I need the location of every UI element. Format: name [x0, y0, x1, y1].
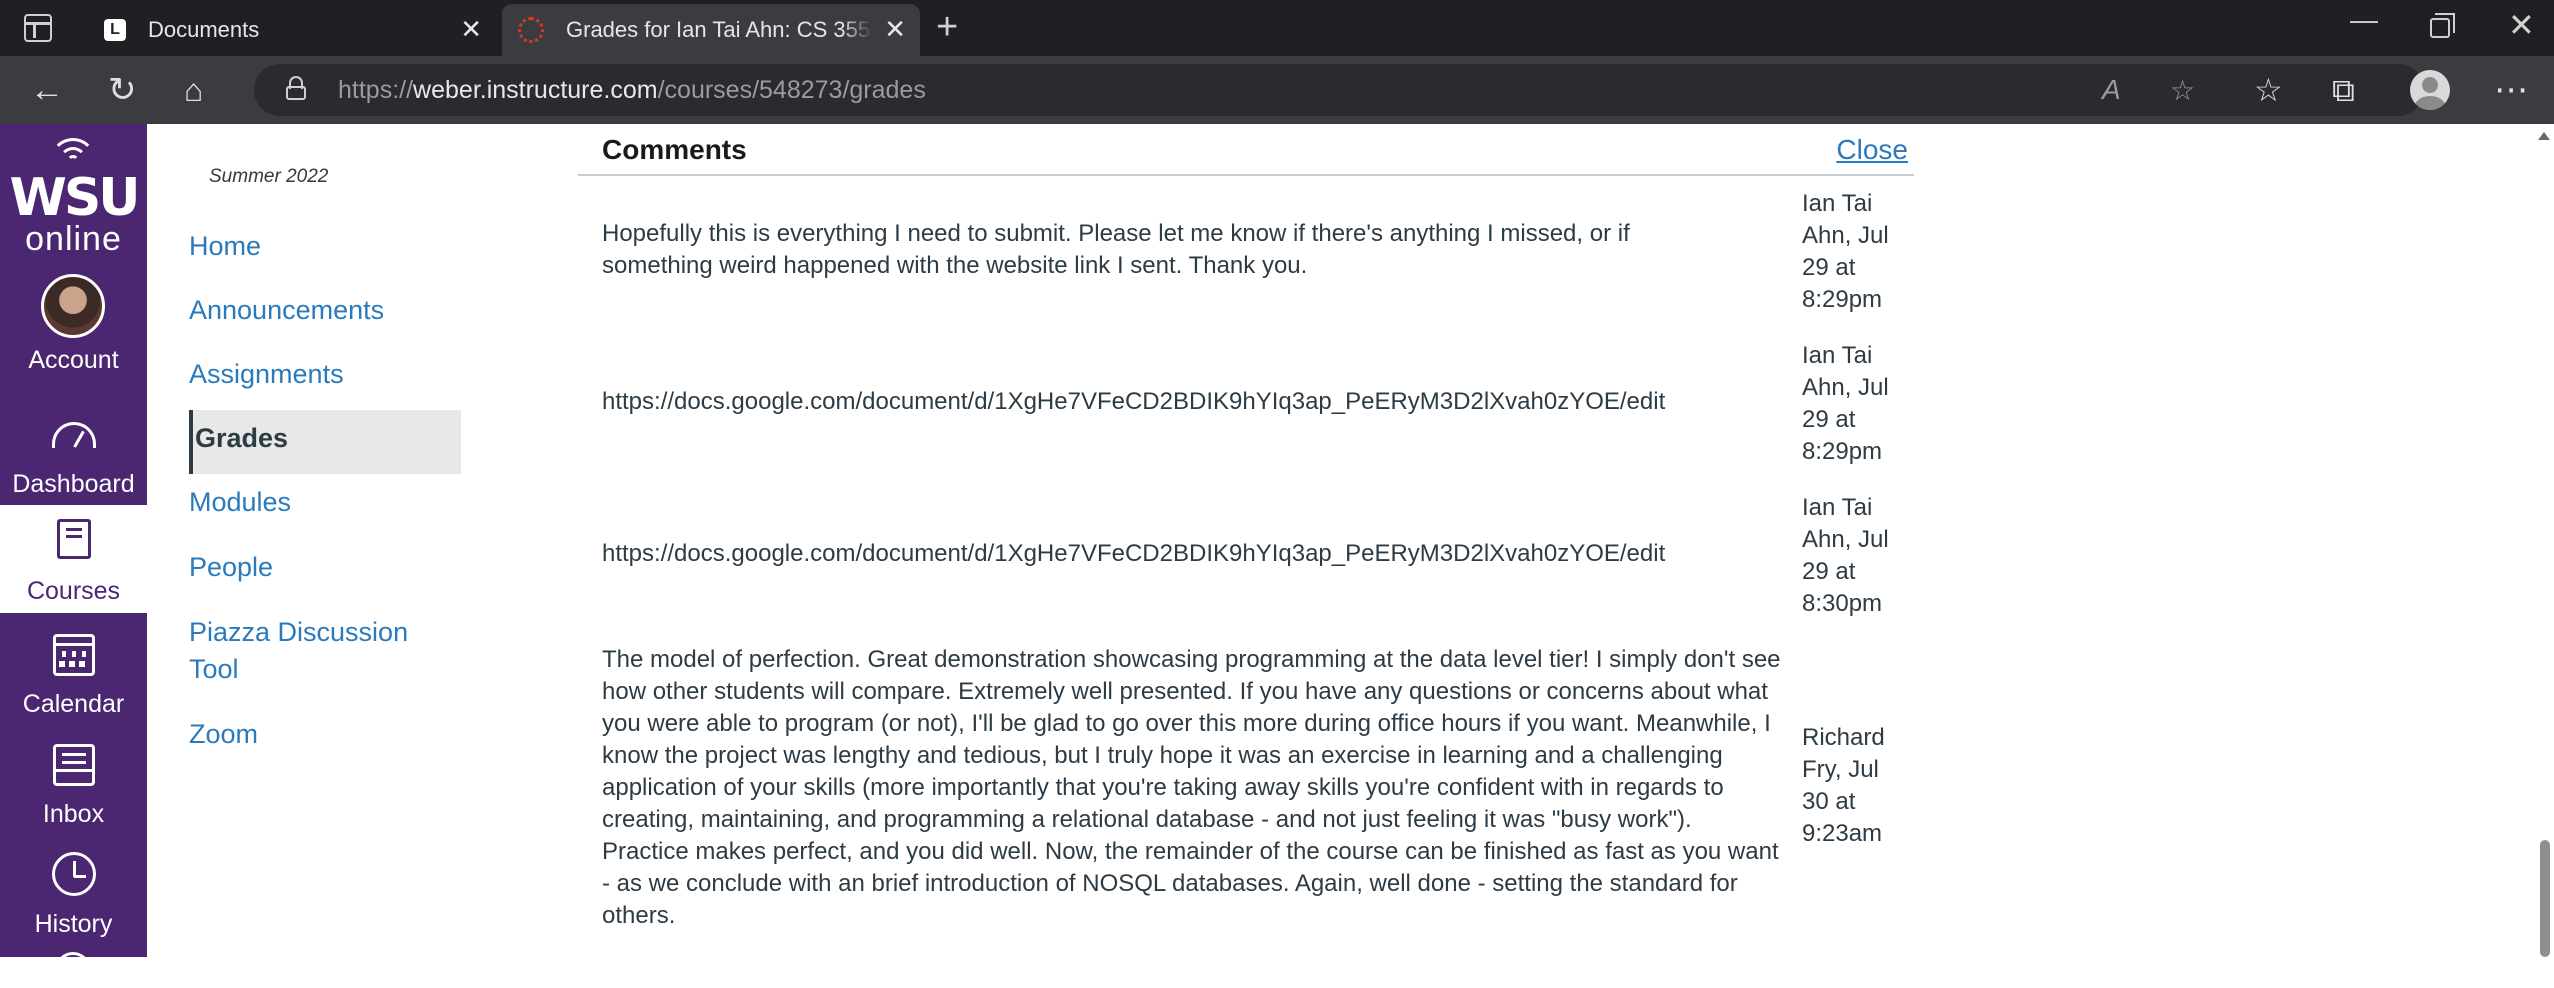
browser-address-bar: ← ↻ ⌂ https://weber.instructure.com/cour…: [0, 56, 2554, 124]
close-comments-link[interactable]: Close: [1836, 134, 1908, 166]
favorites-icon[interactable]: ☆: [2254, 70, 2283, 110]
comment-text: The model of perfection. Great demonstra…: [602, 646, 1781, 929]
course-navigation: Summer 2022 Home Announcements Assignmen…: [147, 124, 467, 957]
comments-title: Comments: [602, 134, 747, 165]
comment-row: Hopefully this is everything I need to s…: [578, 188, 1914, 328]
comment-row: https://docs.google.com/document/d/1XgHe…: [578, 492, 1914, 632]
comment-author-date: Ian Tai Ahn, Jul 29 at 8:30pm: [1802, 494, 1889, 617]
browser-tab-bar: L Documents ✕ Grades for Ian Tai Ahn: CS…: [0, 0, 2554, 56]
browser-tab-documents[interactable]: L Documents ✕: [88, 4, 496, 56]
comment-row: The model of perfection. Great demonstra…: [578, 642, 1914, 962]
comment-row: https://docs.google.com/document/d/1XgHe…: [578, 340, 1914, 480]
calendar-icon: [52, 634, 95, 676]
comments-header: Comments Close: [578, 124, 1914, 176]
window-close-icon[interactable]: ✕: [2508, 6, 2535, 44]
minimize-icon[interactable]: —: [2350, 4, 2378, 36]
refresh-icon[interactable]: ↻: [108, 70, 137, 110]
page-scrollbar[interactable]: [2534, 124, 2554, 957]
logo-subtitle: online: [25, 220, 122, 258]
global-nav-label: Courses: [26, 577, 121, 605]
course-nav-modules[interactable]: Modules: [189, 484, 459, 521]
dashboard-icon: [51, 422, 96, 448]
back-arrow-icon[interactable]: ←: [30, 70, 64, 110]
lock-icon[interactable]: [286, 76, 306, 100]
help-icon[interactable]: [55, 952, 91, 988]
global-navigation: WSU online Account Dashboard Courses Cal…: [0, 124, 147, 988]
global-nav-label: Account: [28, 346, 119, 374]
comment-link-text[interactable]: https://docs.google.com/document/d/1XgHe…: [602, 538, 1762, 570]
global-nav-label: Calendar: [22, 690, 125, 718]
wsu-online-logo[interactable]: WSU online: [0, 138, 147, 256]
documents-favicon-icon: L: [104, 19, 126, 41]
course-nav-zoom[interactable]: Zoom: [189, 716, 459, 753]
global-nav-dashboard[interactable]: Dashboard: [0, 414, 147, 514]
global-nav-courses[interactable]: Courses: [0, 505, 147, 613]
course-nav-people[interactable]: People: [189, 549, 459, 586]
course-term: Summer 2022: [209, 166, 329, 187]
tab-title: Grades for Ian Tai Ahn: CS 3550 (: [566, 17, 872, 42]
global-nav-calendar[interactable]: Calendar: [0, 624, 147, 724]
inbox-icon: [52, 744, 95, 786]
course-nav-announcements[interactable]: Announcements: [189, 292, 459, 329]
course-nav-home[interactable]: Home: [189, 228, 459, 265]
courses-book-icon: [56, 519, 91, 559]
comment-author-date: Ian Tai Ahn, Jul 29 at 8:29pm: [1802, 342, 1889, 465]
tab-actions-icon[interactable]: [24, 14, 52, 42]
account-avatar: [41, 274, 105, 338]
url-text: https://weber.instructure.com/courses/54…: [338, 76, 926, 104]
more-menu-icon[interactable]: ⋯: [2494, 70, 2529, 110]
course-nav-assignments[interactable]: Assignments: [189, 356, 459, 393]
global-nav-label: Dashboard: [12, 470, 135, 498]
canvas-favicon-icon: [518, 17, 544, 43]
global-nav-account[interactable]: Account: [0, 274, 147, 384]
home-icon[interactable]: ⌂: [184, 70, 203, 110]
collections-icon[interactable]: ⧉: [2332, 70, 2355, 110]
scroll-up-arrow-icon[interactable]: [2538, 132, 2550, 140]
tab-title: Documents: [148, 17, 260, 42]
scrollbar-thumb[interactable]: [2540, 840, 2550, 957]
comments-panel: Comments Close Hopefully this is everyth…: [578, 124, 1914, 957]
browser-tab-grades[interactable]: Grades for Ian Tai Ahn: CS 3550 ( ✕: [502, 4, 920, 56]
course-nav-grades[interactable]: Grades: [189, 420, 461, 457]
history-clock-icon: [51, 852, 96, 896]
logo-wordmark: WSU: [9, 168, 140, 228]
global-nav-label: History: [34, 910, 113, 938]
close-icon[interactable]: ✕: [884, 16, 906, 42]
course-nav-piazza[interactable]: Piazza Discussion Tool: [189, 614, 429, 688]
comment-author-date: Ian Tai Ahn, Jul 29 at 8:29pm: [1802, 190, 1889, 313]
global-nav-history[interactable]: History: [0, 844, 147, 944]
url-field[interactable]: https://weber.instructure.com/courses/54…: [254, 64, 2424, 116]
comment-author-date: Richard Fry, Jul 30 at 9:23am: [1802, 724, 1885, 847]
read-aloud-icon[interactable]: A: [2102, 74, 2121, 106]
global-nav-inbox[interactable]: Inbox: [0, 734, 147, 834]
close-icon[interactable]: ✕: [460, 16, 482, 42]
comment-link-text[interactable]: https://docs.google.com/document/d/1XgHe…: [602, 386, 1762, 418]
restore-icon[interactable]: [2430, 13, 2455, 38]
global-nav-label: Inbox: [42, 800, 105, 828]
comment-text: Hopefully this is everything I need to s…: [602, 220, 1630, 279]
profile-avatar-icon[interactable]: [2410, 70, 2450, 110]
add-favorite-icon[interactable]: ☆: [2170, 74, 2195, 107]
new-tab-icon[interactable]: +: [936, 8, 958, 46]
